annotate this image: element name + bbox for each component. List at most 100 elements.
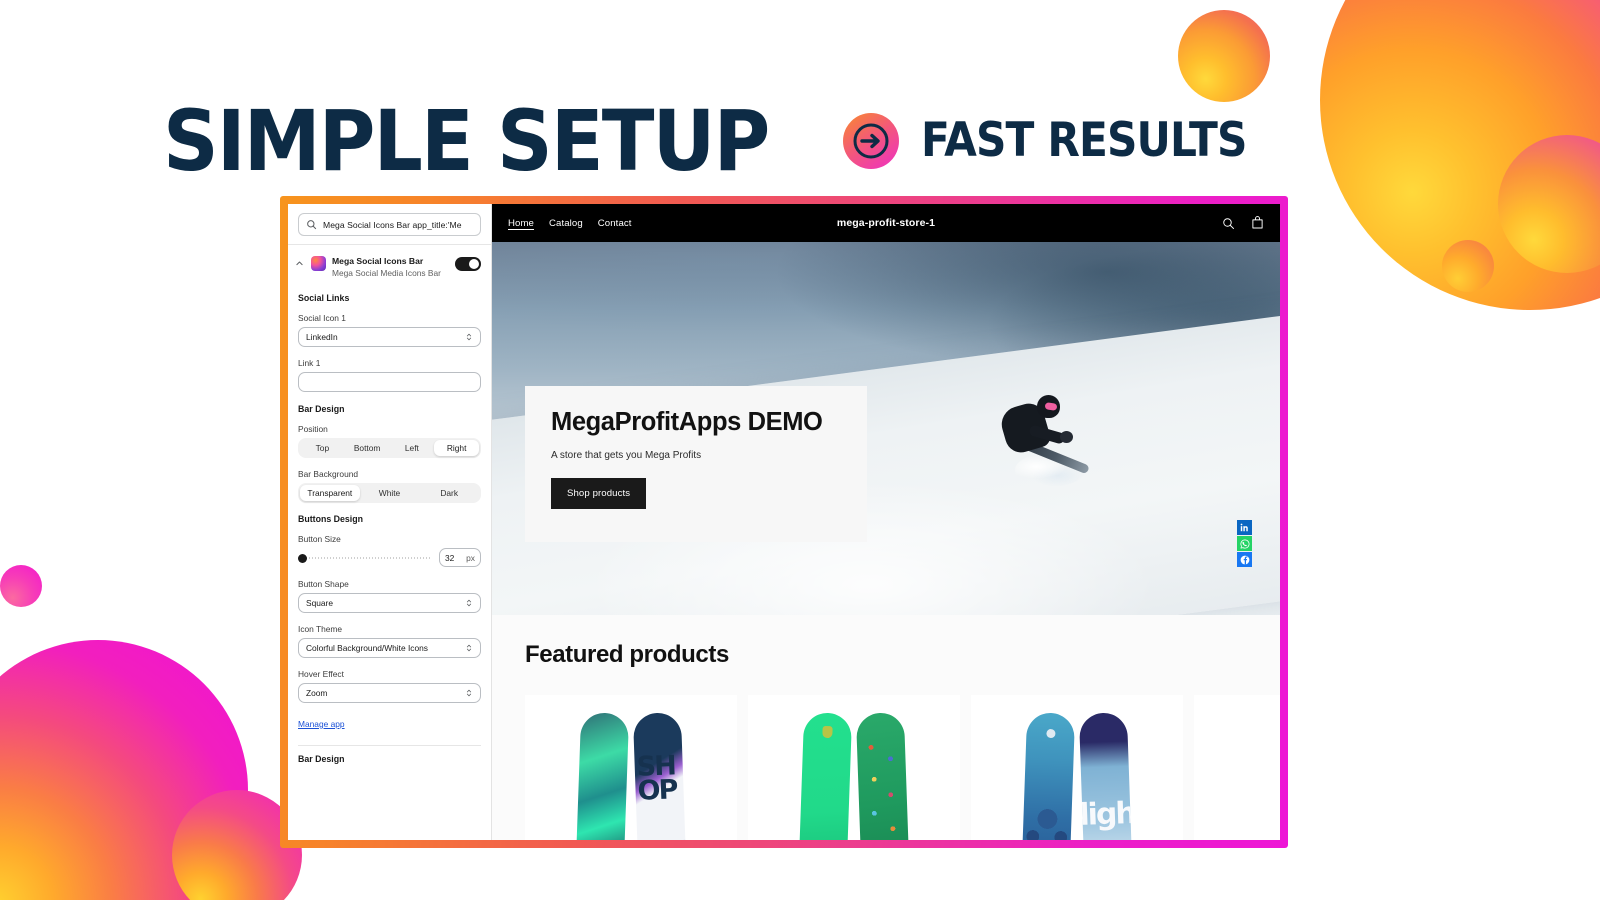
search-input[interactable]: Mega Social Icons Bar app_title:'Me <box>298 213 481 236</box>
label-link-1: Link 1 <box>298 358 321 368</box>
app-name: Mega Social Icons Bar <box>332 256 424 266</box>
chevron-updown-icon <box>466 333 472 341</box>
shop-products-button[interactable]: Shop products <box>551 478 647 509</box>
nav-link-home[interactable]: Home <box>508 218 534 229</box>
nav-link-catalog[interactable]: Catalog <box>549 218 583 229</box>
manage-app-link[interactable]: Manage app <box>298 719 345 729</box>
featured-heading: Featured products <box>525 641 729 668</box>
whatsapp-icon <box>1240 538 1249 549</box>
nav-link-contact[interactable]: Contact <box>598 218 632 229</box>
position-option-left[interactable]: Left <box>390 440 435 456</box>
button-shape-value: Square <box>306 598 334 608</box>
label-button-shape: Button Shape <box>298 579 349 589</box>
headline-secondary: FAST RESULTS <box>921 113 1247 168</box>
app-header-row[interactable]: Mega Social Icons Bar Mega Social Media … <box>288 245 491 287</box>
label-icon-theme: Icon Theme <box>298 624 343 634</box>
product-card-teal-shop-snowboards[interactable] <box>525 695 737 840</box>
search-container: Mega Social Icons Bar app_title:'Me <box>288 204 491 244</box>
bar-background-segmented-control[interactable]: Transparent White Dark <box>298 483 481 503</box>
social-icons-bar <box>1237 520 1252 567</box>
search-input-value: Mega Social Icons Bar app_title:'Me <box>323 219 462 230</box>
button-size-slider[interactable] <box>298 552 431 564</box>
snowboard-thumbnail <box>574 712 630 840</box>
chevron-updown-icon <box>466 689 472 697</box>
screenshot-canvas: SIMPLE SETUP FAST RESULTS Mega Social Ic… <box>0 0 1600 900</box>
section-heading-bar-design-cut: Bar Design <box>298 754 345 764</box>
snowboard-thumbnail <box>855 712 911 840</box>
button-size-stepper[interactable]: 32 px <box>439 548 481 567</box>
shopping-bag-icon[interactable] <box>1251 216 1264 230</box>
nav-links: Home Catalog Contact <box>508 218 632 229</box>
snowboard-thumbnail <box>632 712 688 840</box>
headline-primary: SIMPLE SETUP <box>163 92 770 190</box>
snowboard-thumbnail <box>797 712 853 840</box>
section-heading-bar-design: Bar Design <box>298 404 345 414</box>
snowboard-thumbnail <box>1078 712 1134 840</box>
hover-effect-value: Zoom <box>306 688 328 698</box>
bar-background-option-dark[interactable]: Dark <box>419 485 479 501</box>
storefront-preview: Home Catalog Contact mega-profit-store-1 <box>492 204 1280 840</box>
social-icon-1-select[interactable]: LinkedIn <box>298 327 481 347</box>
label-bar-background: Bar Background <box>298 469 359 479</box>
icon-theme-select[interactable]: Colorful Background/White Icons <box>298 638 481 658</box>
divider <box>298 745 481 746</box>
position-segmented-control[interactable]: Top Bottom Left Right <box>298 438 481 458</box>
section-heading-buttons-design: Buttons Design <box>298 514 363 524</box>
chevron-updown-icon <box>466 599 472 607</box>
section-heading-social-links: Social Links <box>298 293 350 303</box>
hero-section: MegaProfitApps DEMO A store that gets yo… <box>492 242 1280 615</box>
nav-icons <box>1222 216 1264 230</box>
button-shape-select[interactable]: Square <box>298 593 481 613</box>
browser-frame: Mega Social Icons Bar app_title:'Me Mega… <box>280 196 1288 848</box>
position-option-right[interactable]: Right <box>434 440 479 456</box>
chevron-up-icon[interactable] <box>295 255 305 268</box>
social-icon-1-value: LinkedIn <box>306 332 338 342</box>
label-position: Position <box>298 424 328 434</box>
label-button-size: Button Size <box>298 534 341 544</box>
decorative-sphere-small-top <box>1178 10 1270 102</box>
decorative-sphere-tiny-right <box>1442 240 1494 292</box>
slider-handle[interactable] <box>298 553 307 563</box>
hero-subtitle: A store that gets you Mega Profits <box>551 450 702 461</box>
social-button-linkedin[interactable] <box>1237 520 1252 535</box>
rider-glove <box>1059 431 1073 444</box>
button-size-row: 32 px <box>298 548 481 567</box>
product-card-blue-forest-night-snowboards[interactable] <box>971 695 1183 840</box>
banner-headline: SIMPLE SETUP FAST RESULTS <box>163 98 1283 184</box>
bar-background-option-white[interactable]: White <box>360 485 420 501</box>
featured-products-section: Featured products <box>492 615 1280 840</box>
decorative-sphere-small-left <box>0 565 42 607</box>
label-social-icon-1: Social Icon 1 <box>298 313 346 323</box>
slider-track <box>306 556 431 559</box>
product-card-pink-peach-snowboard[interactable] <box>1194 695 1280 840</box>
linkedin-icon <box>1240 523 1248 532</box>
app-description: Mega Social Media Icons Bar <box>332 268 441 278</box>
mega-social-icons-bar-app-icon <box>311 256 326 271</box>
hover-effect-select[interactable]: Zoom <box>298 683 481 703</box>
hero-card: MegaProfitApps DEMO A store that gets yo… <box>525 386 867 542</box>
snowboard-thumbnail <box>1020 712 1076 840</box>
button-size-value: 32 <box>445 552 455 563</box>
settings-body: Social Links Social Icon 1 LinkedIn Link… <box>288 293 491 764</box>
search-icon <box>307 220 317 230</box>
app-enabled-toggle[interactable] <box>455 257 481 271</box>
product-grid <box>525 695 1280 840</box>
social-button-whatsapp[interactable] <box>1237 536 1252 551</box>
snowboarder-figure <box>985 391 1105 488</box>
hero-title: MegaProfitApps DEMO <box>551 408 823 436</box>
product-card-green-pixel-snowboards[interactable] <box>748 695 960 840</box>
chevron-updown-icon <box>466 644 472 652</box>
store-navbar: Home Catalog Contact mega-profit-store-1 <box>492 204 1280 242</box>
facebook-icon <box>1240 555 1249 564</box>
button-size-unit: px <box>466 552 475 563</box>
arrow-right-circle-icon <box>843 113 900 169</box>
app-settings-sidebar: Mega Social Icons Bar app_title:'Me Mega… <box>288 204 492 840</box>
search-icon[interactable] <box>1222 217 1235 230</box>
icon-theme-value: Colorful Background/White Icons <box>306 643 428 653</box>
position-option-bottom[interactable]: Bottom <box>345 440 390 456</box>
bar-background-option-transparent[interactable]: Transparent <box>300 485 360 501</box>
label-hover-effect: Hover Effect <box>298 669 344 679</box>
link-1-input[interactable] <box>298 372 481 392</box>
position-option-top[interactable]: Top <box>300 440 345 456</box>
social-button-facebook[interactable] <box>1237 552 1252 567</box>
